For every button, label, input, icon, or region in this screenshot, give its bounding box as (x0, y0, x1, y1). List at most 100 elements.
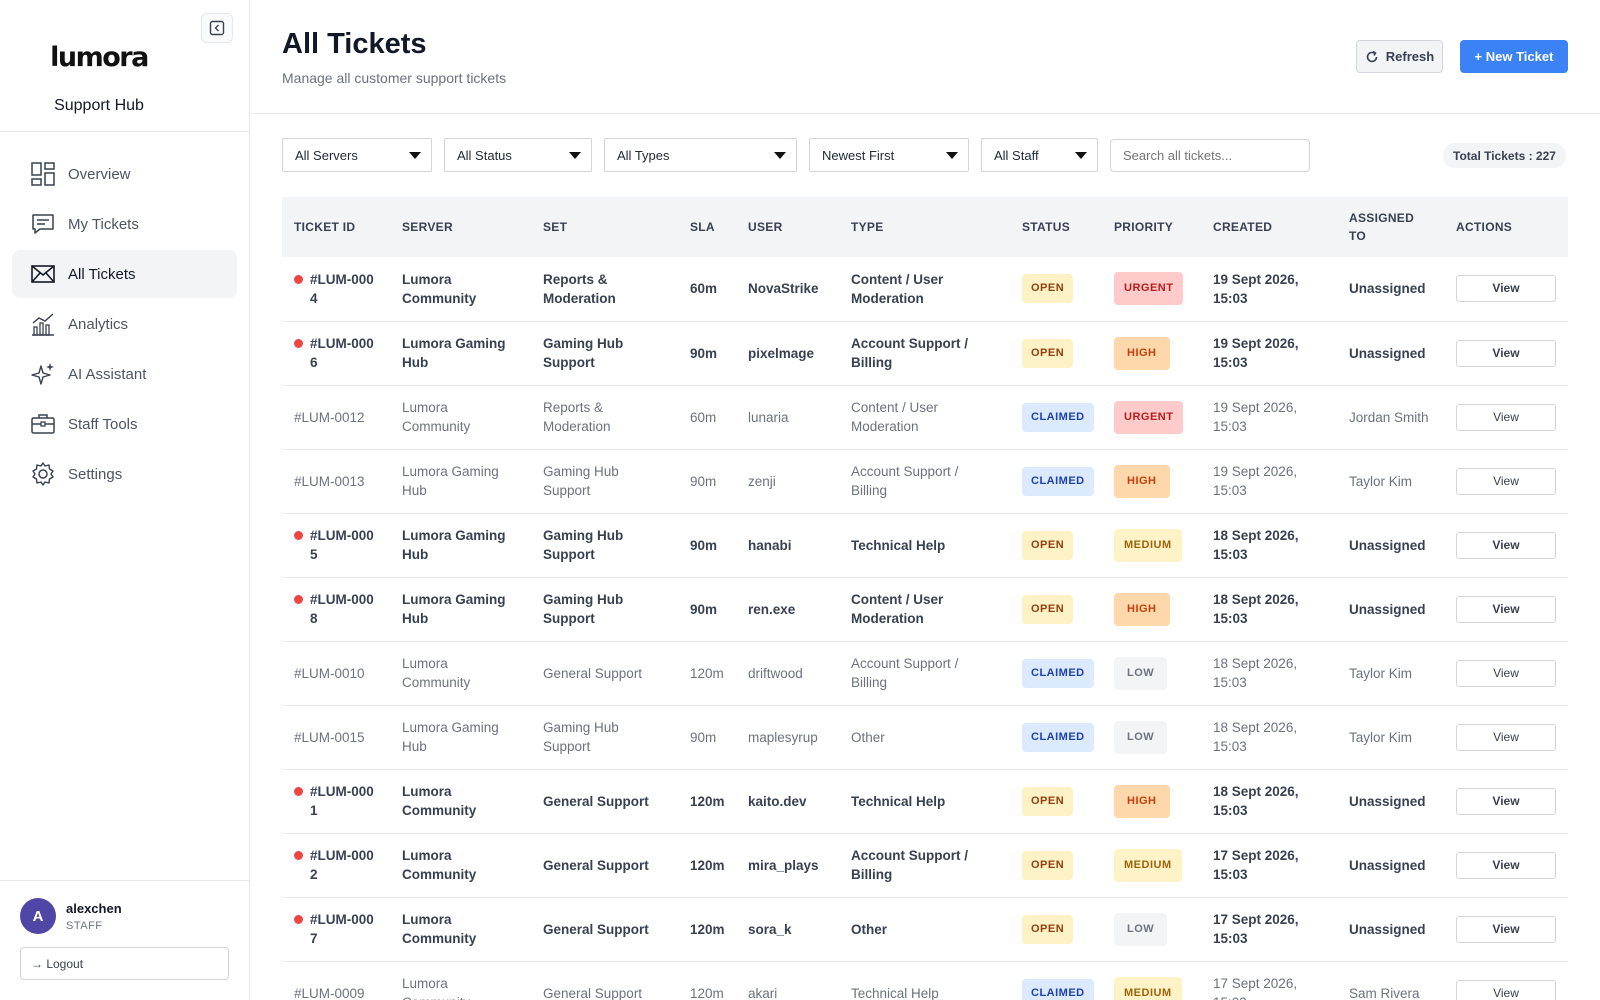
assigned-cell: Taylor Kim (1349, 729, 1413, 745)
view-ticket-button[interactable]: View (1456, 851, 1556, 879)
column-header-server: SERVER (402, 220, 453, 234)
view-ticket-button[interactable]: View (1456, 979, 1556, 1000)
actions-cell: View (1444, 833, 1568, 897)
priority-cell: HIGH (1102, 577, 1201, 641)
priority-cell: URGENT (1102, 257, 1201, 321)
created-cell: 19 Sept 2026, 15:03 (1213, 464, 1298, 498)
server-cell: Lumora Community (402, 912, 477, 946)
table-row[interactable]: #LUM-0009 Lumora Community General Support… (282, 961, 1568, 1000)
sidebar-item-overview[interactable]: Overview (12, 150, 237, 198)
sidebar-item-ai-assistant[interactable]: AI Assistant (12, 350, 237, 398)
page-subtitle: Manage all customer support tickets (282, 70, 507, 86)
chevron-down-icon (409, 152, 421, 159)
status-badge: OPEN (1022, 594, 1074, 624)
ticket-id-cell: #LUM-0015 (282, 705, 390, 769)
table-row[interactable]: #LUM-0013 Lumora Gaming Hub Gaming Hub Sup… (282, 449, 1568, 513)
assigned-cell: Unassigned (1349, 345, 1426, 361)
sidebar-item-settings[interactable]: Settings (12, 450, 237, 498)
status-filter-select[interactable]: All Status (444, 138, 592, 172)
server-cell: Lumora Community (402, 976, 470, 1000)
sla-cell: 90m (690, 729, 717, 745)
table-row[interactable]: #LUM-0001 Lumora Community General Support… (282, 769, 1568, 833)
ticket-id-cell: #LUM-0009 (282, 961, 390, 1000)
assigned-cell: Unassigned (1349, 281, 1426, 297)
priority-badge: LOW (1114, 656, 1168, 690)
logout-button[interactable]: → Logout (20, 947, 229, 980)
actions-cell: View (1444, 257, 1568, 321)
table-row[interactable]: #LUM-0006 Lumora Gaming Hub Gaming Hub Sup… (282, 321, 1568, 385)
view-ticket-button[interactable]: View (1456, 723, 1556, 751)
brand-subtitle: Support Hub (54, 97, 144, 114)
sidebar-item-staff-tools[interactable]: Staff Tools (12, 400, 237, 448)
status-cell: OPEN (1010, 513, 1102, 577)
sla-cell: 90m (690, 537, 718, 553)
ticket-id-text: #LUM-0002 (310, 848, 374, 882)
priority-cell: HIGH (1102, 769, 1201, 833)
sla-cell: 120m (690, 985, 724, 1000)
refresh-label: Refresh (1385, 49, 1435, 64)
new-ticket-button[interactable]: + New Ticket (1460, 40, 1568, 73)
priority-badge: URGENT (1114, 272, 1184, 306)
view-ticket-button[interactable]: View (1456, 339, 1556, 367)
sidebar-item-label: Overview (68, 165, 131, 183)
type-filter-select[interactable]: All Types (604, 138, 797, 172)
main-content: All Tickets Manage all customer support … (250, 0, 1600, 1000)
actions-cell: View (1444, 385, 1568, 449)
sidebar-item-all-tickets[interactable]: All Tickets (12, 250, 237, 298)
user-cell: driftwood (748, 665, 803, 681)
set-cell: General Support (543, 793, 649, 809)
view-ticket-button[interactable]: View (1456, 787, 1556, 815)
created-cell: 19 Sept 2026, 15:03 (1213, 400, 1298, 434)
column-header-created: CREATED (1213, 220, 1273, 234)
sort-select[interactable]: Newest First (809, 138, 969, 172)
server-cell: Lumora Community (402, 400, 471, 434)
view-ticket-button[interactable]: View (1456, 275, 1556, 303)
search-input[interactable] (1110, 139, 1310, 172)
view-ticket-button[interactable]: View (1456, 531, 1556, 559)
view-ticket-button[interactable]: View (1456, 915, 1556, 943)
assigned-cell: Unassigned (1349, 537, 1426, 553)
assigned-cell: Taylor Kim (1349, 473, 1413, 489)
table-row[interactable]: #LUM-0008 Lumora Gaming Hub Gaming Hub Sup… (282, 577, 1568, 641)
view-ticket-button[interactable]: View (1456, 467, 1556, 495)
sidebar-item-analytics[interactable]: Analytics (12, 300, 237, 348)
table-row[interactable]: #LUM-0015 Lumora Gaming Hub Gaming Hub Sup… (282, 705, 1568, 769)
view-ticket-button[interactable]: View (1456, 595, 1556, 623)
sla-cell: 90m (690, 345, 718, 361)
unread-dot-icon (294, 787, 303, 796)
set-cell: Gaming Hub Support (543, 720, 619, 754)
view-ticket-button[interactable]: View (1456, 659, 1556, 687)
ticket-id-cell: #LUM-0010 (282, 641, 390, 705)
server-filter-select[interactable]: All Servers (282, 138, 432, 172)
column-header-assigned-to: ASSIGNED TO (1349, 211, 1415, 243)
table-row[interactable]: #LUM-0004 Lumora Community Reports & Moder… (282, 257, 1568, 321)
staff-filter-select[interactable]: All Staff (981, 138, 1098, 172)
server-cell: Lumora Community (402, 656, 471, 690)
sidebar-item-my-tickets[interactable]: My Tickets (12, 200, 237, 248)
table-row[interactable]: #LUM-0002 Lumora Community General Support… (282, 833, 1568, 897)
table-row[interactable]: #LUM-0012 Lumora Community Reports & Moder… (282, 385, 1568, 449)
collapse-sidebar-button[interactable] (201, 13, 233, 43)
refresh-button[interactable]: Refresh (1356, 40, 1443, 73)
chat-icon (32, 214, 54, 234)
mail-icon (31, 265, 55, 283)
created-cell: 18 Sept 2026, 15:03 (1213, 784, 1299, 818)
ticket-id-text: #LUM-0010 (294, 665, 365, 681)
actions-cell: View (1444, 769, 1568, 833)
server-cell: Lumora Gaming Hub (402, 720, 499, 754)
sidebar-item-label: Analytics (68, 315, 129, 333)
actions-cell: View (1444, 705, 1568, 769)
column-header-sla: SLA (690, 220, 715, 234)
ticket-id-cell: #LUM-0012 (282, 385, 390, 449)
status-badge: CLAIMED (1022, 402, 1094, 432)
assigned-cell: Unassigned (1349, 857, 1426, 873)
column-header-actions: ACTIONS (1456, 220, 1513, 234)
sparkle-icon (31, 363, 54, 385)
table-row[interactable]: #LUM-0007 Lumora Community General Support… (282, 897, 1568, 961)
table-row[interactable]: #LUM-0010 Lumora Community General Support… (282, 641, 1568, 705)
sla-cell: 90m (690, 601, 718, 617)
view-ticket-button[interactable]: View (1456, 403, 1556, 431)
table-row[interactable]: #LUM-0005 Lumora Gaming Hub Gaming Hub Sup… (282, 513, 1568, 577)
column-header-user: USER (748, 220, 783, 234)
overview-icon (31, 162, 55, 186)
